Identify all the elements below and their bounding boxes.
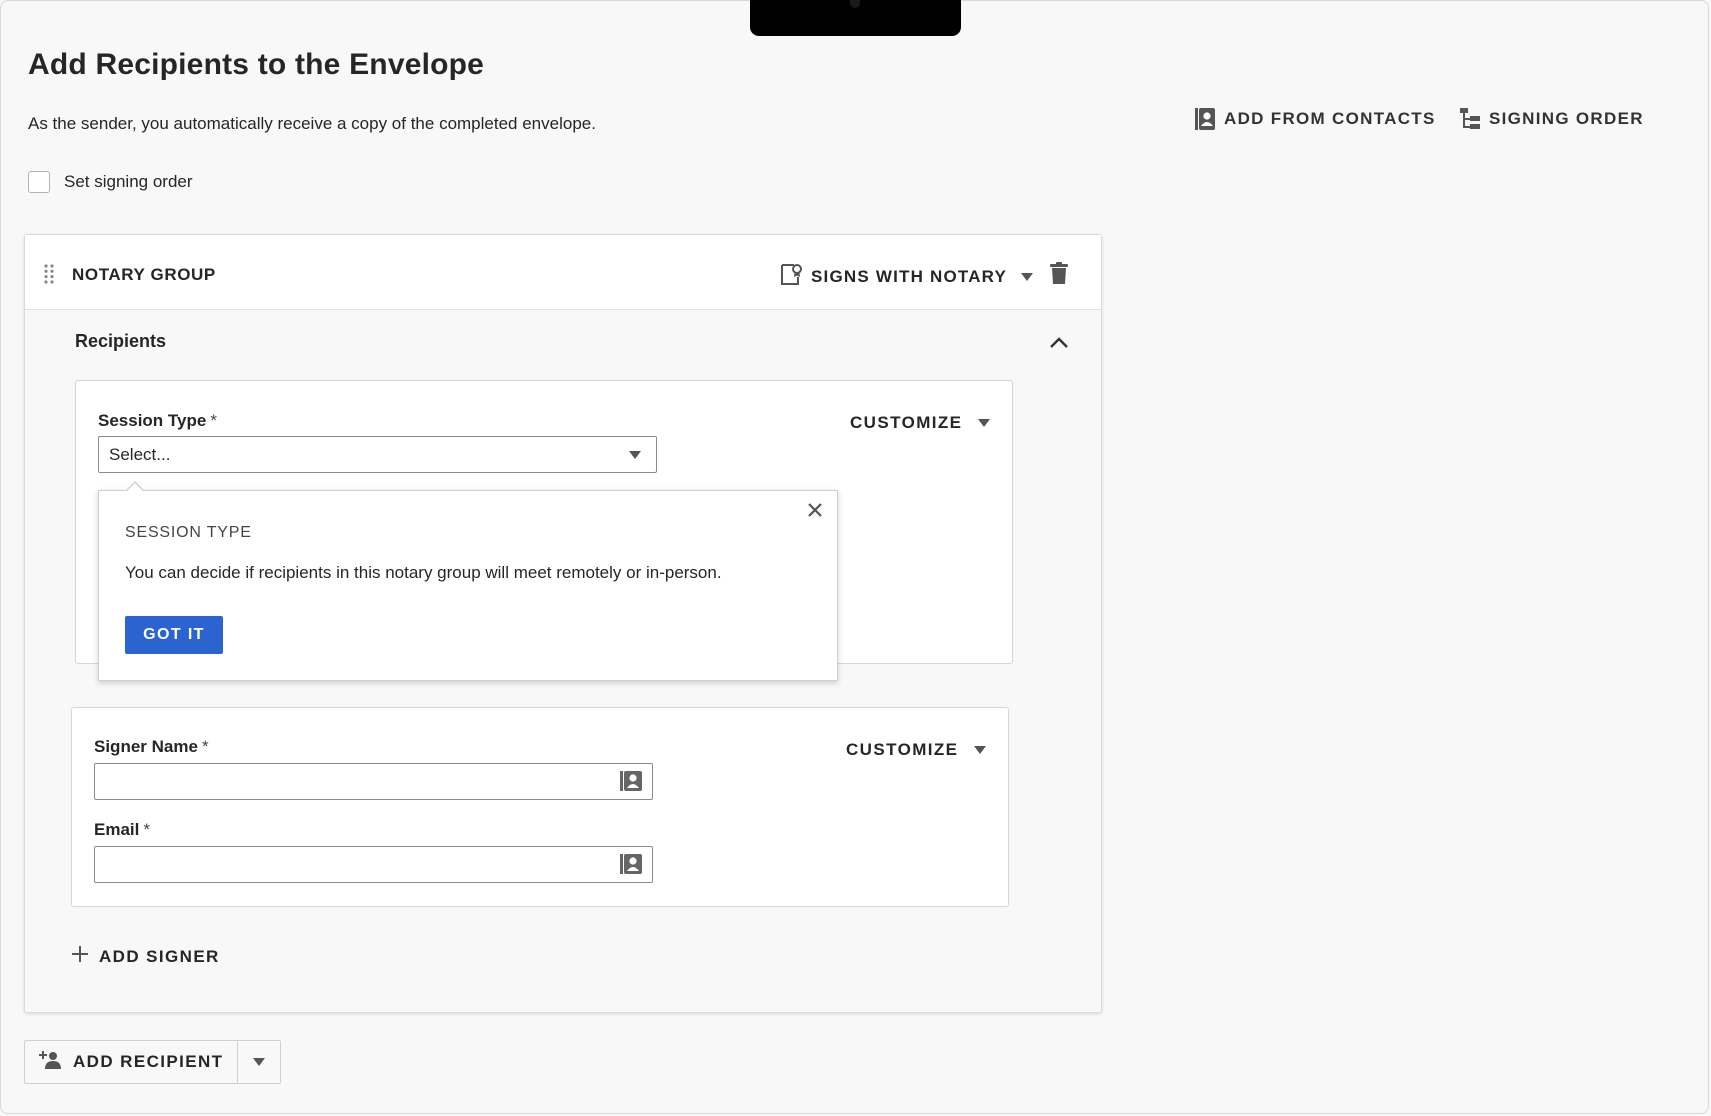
trash-icon: [1049, 262, 1069, 288]
session-type-select[interactable]: Select...: [98, 436, 657, 473]
signs-with-notary-dropdown[interactable]: SIGNS WITH NOTARY: [781, 263, 1034, 290]
page-title: Add Recipients to the Envelope: [28, 48, 485, 81]
email-label: Email *: [94, 820, 150, 839]
customize-label: CUSTOMIZE: [846, 740, 959, 759]
signing-order-button[interactable]: SIGNING ORDER: [1460, 108, 1644, 130]
chevron-down-icon: [1021, 272, 1034, 281]
add-from-contacts-button[interactable]: ADD FROM CONTACTS: [1195, 108, 1436, 130]
session-type-select-value: Select...: [109, 444, 171, 464]
add-from-contacts-label: ADD FROM CONTACTS: [1224, 109, 1436, 128]
close-icon: [808, 503, 822, 521]
signer-name-label: Signer Name *: [94, 737, 209, 756]
signing-order-label: SIGNING ORDER: [1489, 109, 1644, 128]
collapse-section-button[interactable]: [1049, 336, 1069, 354]
set-signing-order-checkbox[interactable]: [28, 171, 50, 193]
signer-name-input[interactable]: [94, 763, 653, 800]
drag-handle-icon[interactable]: [44, 264, 54, 289]
contact-card-icon: [1195, 108, 1215, 130]
signs-with-notary-label: SIGNS WITH NOTARY: [811, 266, 1008, 286]
notary-group-title: NOTARY GROUP: [72, 265, 216, 284]
popover-title: SESSION TYPE: [125, 524, 252, 541]
set-signing-order-option: Set signing order: [28, 171, 193, 193]
close-popover-button[interactable]: [808, 503, 822, 522]
session-customize-dropdown[interactable]: CUSTOMIZE: [850, 413, 991, 433]
contact-card-icon[interactable]: [620, 853, 642, 880]
delete-group-button[interactable]: [1049, 262, 1069, 289]
tree-icon: [1460, 108, 1480, 130]
contact-card-icon[interactable]: [620, 770, 642, 797]
plus-icon: [71, 945, 89, 968]
add-signer-label: ADD SIGNER: [99, 946, 220, 966]
notary-group-header: NOTARY GROUP SIGNS WITH NOTARY: [25, 235, 1101, 310]
popover-body: You can decide if recipients in this not…: [125, 563, 722, 582]
add-recipient-button[interactable]: ADD RECIPIENT: [25, 1041, 238, 1083]
chevron-down-icon: [978, 419, 991, 427]
chevron-up-icon: [1049, 336, 1069, 353]
add-recipient-split-button: ADD RECIPIENT: [24, 1040, 281, 1084]
session-type-popover: SESSION TYPE You can decide if recipient…: [98, 481, 838, 681]
chevron-down-icon: [629, 451, 641, 459]
page-subtitle: As the sender, you automatically receive…: [28, 114, 596, 133]
customize-label: CUSTOMIZE: [850, 413, 963, 432]
signer-customize-dropdown[interactable]: CUSTOMIZE: [846, 740, 987, 760]
notary-seal-icon: [781, 263, 803, 290]
camera-notch: [750, 0, 961, 36]
signer-card: Signer Name * Email * CUSTOMIZE: [71, 707, 1009, 907]
got-it-button[interactable]: GOT IT: [125, 616, 223, 654]
set-signing-order-label: Set signing order: [64, 172, 193, 191]
session-type-label: Session Type *: [98, 411, 217, 430]
add-person-icon: [39, 1050, 61, 1074]
chevron-down-icon: [974, 746, 987, 754]
email-input[interactable]: [94, 846, 653, 883]
add-recipient-options-button[interactable]: [238, 1041, 280, 1083]
recipients-section-label: Recipients: [75, 331, 167, 351]
chevron-down-icon: [253, 1058, 265, 1066]
add-signer-button[interactable]: ADD SIGNER: [71, 945, 220, 968]
add-recipient-label: ADD RECIPIENT: [73, 1052, 224, 1071]
